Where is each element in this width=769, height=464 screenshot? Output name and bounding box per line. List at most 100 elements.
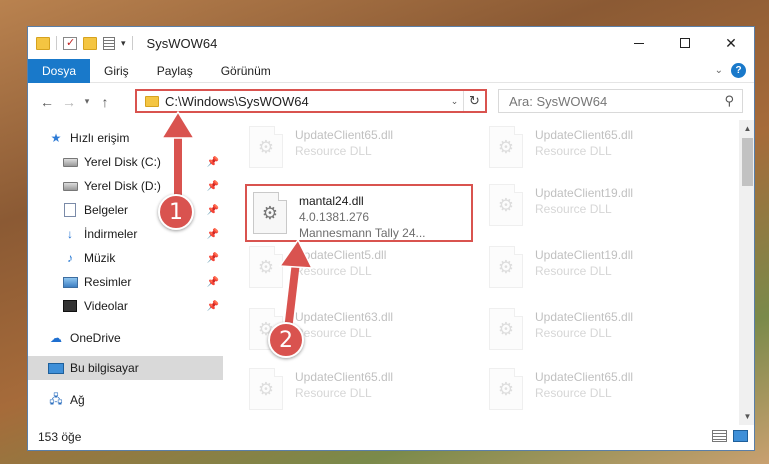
pin-icon[interactable]: 📌 [207, 229, 219, 240]
dll-file-icon: ⚙ [489, 126, 523, 168]
refresh-icon[interactable]: ↻ [463, 91, 485, 111]
scroll-down-icon[interactable]: ▼ [739, 408, 754, 425]
tab-file[interactable]: Dosya [28, 58, 91, 83]
title-bar: ▾ SysWOW64 ✕ [28, 27, 754, 59]
file-item[interactable]: ⚙ UpdateClient65.dll Resource DLL [489, 308, 714, 364]
address-path[interactable]: C:\Windows\SysWOW64 [165, 94, 445, 109]
sidebar-item-label: OneDrive [70, 331, 121, 345]
sidebar-item-label: Videolar [84, 299, 128, 313]
ribbon-tabs: Dosya Giriş Paylaş Görünüm ⌄ ? [28, 58, 754, 83]
status-bar: 153 öğe [28, 424, 754, 450]
dll-file-icon: ⚙ [249, 368, 283, 410]
explorer-window: ▾ SysWOW64 ✕ Dosya Giriş Paylaş Görünüm … [27, 26, 755, 451]
file-item[interactable]: ⚙ UpdateClient5.dll Resource DLL [249, 246, 474, 302]
sidebar-item-label: Ağ [70, 393, 85, 407]
dll-file-icon: ⚙ [249, 126, 283, 168]
pin-icon[interactable]: 📌 [207, 205, 219, 216]
sidebar-item-disk-d[interactable]: Yerel Disk (D:) 📌 [28, 174, 223, 198]
sidebar-item-label: Bu bilgisayar [70, 361, 139, 375]
separator [56, 36, 57, 50]
sidebar-item-videos[interactable]: Videolar 📌 [28, 294, 223, 318]
sidebar-item-network[interactable]: 🖧 Ağ [28, 388, 223, 412]
dll-file-icon: ⚙ [489, 368, 523, 410]
recent-locations-icon[interactable]: ▾ [80, 96, 94, 107]
dll-file-icon: ⚙ [489, 246, 523, 288]
pin-icon[interactable]: 📌 [207, 253, 219, 264]
maximize-button[interactable] [662, 27, 708, 59]
window-controls: ✕ [616, 27, 754, 59]
sidebar-item-downloads[interactable]: ↓ İndirmeler 📌 [28, 222, 223, 246]
properties-icon[interactable] [103, 36, 115, 50]
minimize-icon [634, 42, 644, 44]
tab-view[interactable]: Görünüm [207, 59, 285, 83]
sidebar-item-music[interactable]: ♪ Müzik 📌 [28, 246, 223, 270]
minimize-button[interactable] [616, 27, 662, 59]
folder-icon[interactable] [36, 36, 50, 50]
folder-icon [145, 95, 159, 107]
sidebar-item-quick-access[interactable]: ★ Hızlı erişim [28, 126, 223, 150]
step-badge-2: 2 [268, 322, 304, 358]
file-item[interactable]: ⚙ UpdateClient65.dll Resource DLL [489, 368, 714, 424]
pin-icon[interactable]: 📌 [207, 181, 219, 192]
scroll-up-icon[interactable]: ▲ [739, 120, 754, 137]
properties-check-icon[interactable] [63, 36, 77, 50]
maximize-icon [680, 38, 690, 48]
cloud-icon: ☁ [50, 331, 62, 345]
download-icon: ↓ [67, 227, 73, 241]
step-badge-1: 1 [158, 194, 194, 230]
close-button[interactable]: ✕ [708, 27, 754, 59]
search-icon[interactable]: ⚲ [724, 93, 734, 109]
file-item[interactable]: ⚙ UpdateClient19.dll Resource DLL [489, 246, 714, 302]
scrollbar-thumb[interactable] [742, 138, 753, 186]
address-bar[interactable]: C:\Windows\SysWOW64 ⌄ ↻ [135, 89, 487, 113]
forward-icon[interactable]: → [58, 94, 80, 110]
sidebar-item-label: Belgeler [84, 203, 129, 217]
chevron-down-icon[interactable]: ▾ [121, 38, 126, 49]
dll-file-icon: ⚙ [489, 308, 523, 350]
view-switcher [712, 430, 748, 442]
separator [131, 36, 133, 50]
navigation-pane: ★ Hızlı erişim Yerel Disk (C:) 📌 Yerel D… [28, 120, 223, 425]
file-item-mantal24[interactable]: ⚙ mantal24.dll 4.0.1381.276 Mannesmann T… [245, 184, 473, 242]
vertical-scrollbar[interactable]: ▲ ▼ [739, 120, 754, 425]
ribbon-right: ⌄ ? [715, 63, 746, 78]
quick-access-toolbar: ▾ [28, 36, 133, 50]
pin-icon[interactable]: 📌 [207, 277, 219, 288]
new-folder-icon[interactable] [83, 36, 97, 50]
search-placeholder: Ara: SysWOW64 [509, 93, 608, 109]
sidebar-item-label: Resimler [84, 275, 132, 289]
drive-icon [62, 157, 78, 167]
file-item[interactable]: ⚙ UpdateClient19.dll Resource DLL [489, 184, 714, 240]
drive-icon [62, 181, 78, 191]
videos-icon [63, 300, 77, 312]
sidebar-item-label: Müzik [84, 251, 116, 265]
content-area: ★ Hızlı erişim Yerel Disk (C:) 📌 Yerel D… [28, 120, 754, 425]
sidebar-item-onedrive[interactable]: ☁ OneDrive [28, 326, 223, 350]
help-icon[interactable]: ? [731, 63, 746, 78]
tab-home[interactable]: Giriş [90, 59, 143, 83]
star-icon: ★ [50, 131, 62, 145]
file-item[interactable]: ⚙ UpdateClient65.dll Resource DLL [249, 368, 474, 424]
pin-icon[interactable]: 📌 [207, 157, 219, 168]
file-item[interactable]: ⚙ UpdateClient65.dll Resource DLL [249, 126, 474, 182]
item-count: 153 öğe [38, 430, 82, 444]
details-view-icon[interactable] [712, 430, 727, 442]
computer-icon [48, 362, 64, 374]
music-icon: ♪ [67, 251, 73, 265]
back-icon[interactable]: ← [36, 94, 58, 110]
pin-icon[interactable]: 📌 [207, 301, 219, 312]
up-icon[interactable]: ↑ [94, 94, 116, 110]
search-box[interactable]: Ara: SysWOW64 ⚲ [498, 89, 743, 113]
sidebar-item-disk-c[interactable]: Yerel Disk (C:) 📌 [28, 150, 223, 174]
sidebar-item-label: Yerel Disk (C:) [84, 155, 161, 169]
tab-share[interactable]: Paylaş [143, 59, 207, 83]
expand-ribbon-icon[interactable]: ⌄ [715, 65, 723, 76]
pictures-icon [62, 276, 78, 288]
window-title: SysWOW64 [146, 35, 218, 51]
document-icon [64, 203, 76, 217]
chevron-down-icon[interactable]: ⌄ [445, 95, 463, 107]
sidebar-item-this-pc[interactable]: Bu bilgisayar [28, 356, 223, 380]
sidebar-item-pictures[interactable]: Resimler 📌 [28, 270, 223, 294]
large-icons-view-icon[interactable] [733, 430, 748, 442]
file-item[interactable]: ⚙ UpdateClient65.dll Resource DLL [489, 126, 714, 182]
